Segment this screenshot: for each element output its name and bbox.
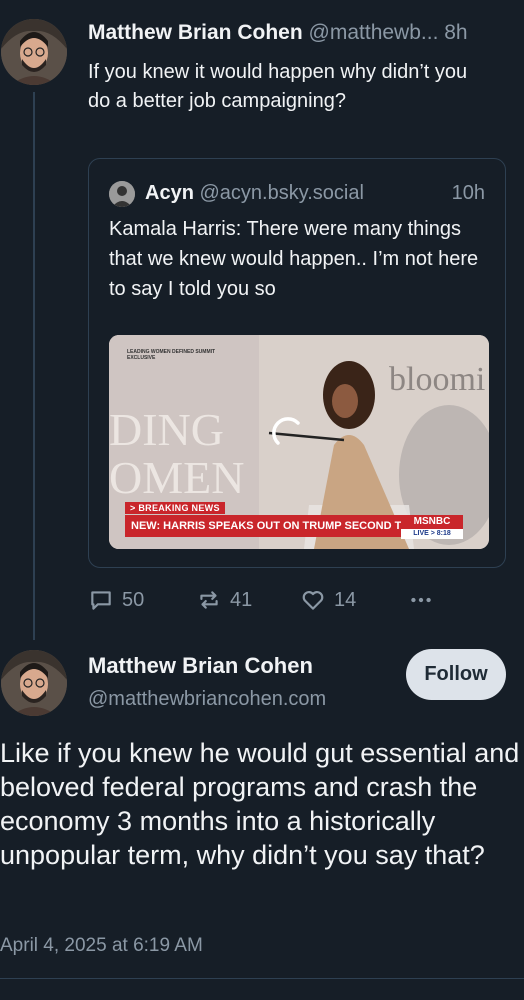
live-indicator: LIVE > 8:18 xyxy=(401,529,463,539)
repost-arrows-icon xyxy=(200,591,218,609)
quote-author-name[interactable]: Acyn xyxy=(145,182,194,204)
divider xyxy=(0,978,524,979)
reply-author-handle[interactable]: @matthewb... xyxy=(309,21,439,44)
post-action-bar: 50 41 14 xyxy=(88,584,508,616)
post-timestamp[interactable]: April 4, 2025 at 6:19 AM xyxy=(0,933,203,959)
svg-text:DING: DING xyxy=(109,404,224,455)
reply-author-avatar[interactable] xyxy=(1,19,67,85)
like-button[interactable]: 14 xyxy=(300,584,356,616)
main-author-name[interactable]: Matthew Brian Cohen xyxy=(88,652,313,680)
thread-connector-line xyxy=(33,92,35,640)
heart-icon xyxy=(302,591,324,610)
reply-button[interactable]: 50 xyxy=(88,584,144,616)
follow-button[interactable]: Follow xyxy=(406,649,506,700)
video-event-tag: LEADING WOMEN DEFINED SUMMIT EXCLUSIVE xyxy=(127,349,216,361)
quoted-post-card[interactable]: Acyn @acyn.bsky.social 10h Kamala Harris… xyxy=(88,158,506,568)
loading-spinner-icon xyxy=(272,417,300,445)
repost-count: 41 xyxy=(230,588,253,611)
main-author-avatar[interactable] xyxy=(1,650,67,716)
breaking-news-label: > BREAKING NEWS xyxy=(125,502,225,514)
quote-author-handle[interactable]: @acyn.bsky.social xyxy=(199,182,363,204)
quote-author-avatar[interactable] xyxy=(109,181,135,207)
more-dots-icon xyxy=(411,597,431,603)
reply-timestamp[interactable]: 8h xyxy=(444,21,467,44)
reply-author-name[interactable]: Matthew Brian Cohen xyxy=(88,21,303,44)
more-options-button[interactable] xyxy=(408,584,434,616)
reply-text: If you knew it would happen why didn’t y… xyxy=(88,61,468,112)
quote-timestamp[interactable]: 10h xyxy=(452,180,485,206)
video-player[interactable]: DING OMEN bloomi LEADING WOMEN DEFINED S… xyxy=(109,335,489,549)
repost-button[interactable]: 41 xyxy=(196,584,252,616)
quote-header: Acyn @acyn.bsky.social xyxy=(145,180,485,206)
speech-bubble-icon xyxy=(91,591,111,610)
svg-text:OMEN: OMEN xyxy=(109,452,244,503)
main-author-handle[interactable]: @matthewbriancohen.com xyxy=(88,686,326,712)
main-post-text: Like if you knew he would gut essential … xyxy=(0,738,520,870)
like-count: 14 xyxy=(334,588,357,611)
reply-count: 50 xyxy=(122,588,145,611)
reply-header: Matthew Brian Cohen @matthewb... 8h xyxy=(88,20,518,46)
svg-text:bloomi: bloomi xyxy=(389,361,485,398)
network-logo: MSNBC xyxy=(401,515,463,529)
quote-text: Kamala Harris: There were many things th… xyxy=(109,218,479,300)
